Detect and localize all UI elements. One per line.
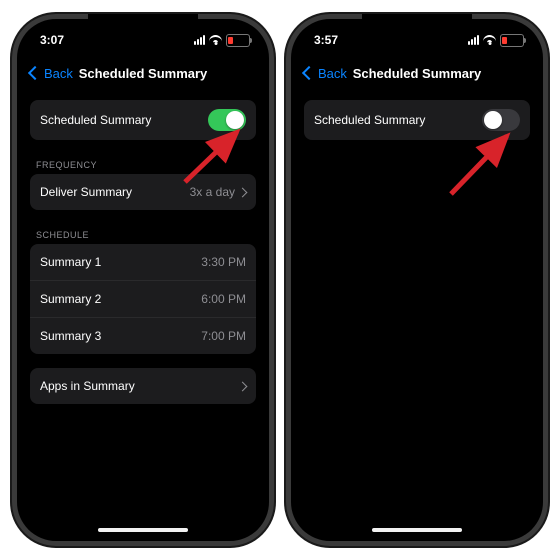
screen-left: 3:07 Back Scheduled Summary Scheduled S xyxy=(20,22,266,538)
section-frequency-header: FREQUENCY xyxy=(30,150,256,174)
wifi-icon xyxy=(209,35,222,45)
screen-right: 3:57 Back Scheduled Summary Scheduled Su xyxy=(294,22,540,538)
toggle-knob xyxy=(484,111,502,129)
wifi-icon xyxy=(483,35,496,45)
settings-content: Scheduled Summary FREQUENCY Deliver Summ… xyxy=(20,96,266,404)
deliver-summary-label: Deliver Summary xyxy=(40,185,132,199)
row-summary-1[interactable]: Summary 1 3:30 PM xyxy=(30,244,256,280)
page-title: Scheduled Summary xyxy=(294,66,540,81)
group-schedule: Summary 1 3:30 PM Summary 2 6:00 PM Summ… xyxy=(30,244,256,354)
group-main-toggle: Scheduled Summary xyxy=(304,100,530,140)
settings-content: Scheduled Summary xyxy=(294,96,540,140)
deliver-summary-value: 3x a day xyxy=(190,185,246,199)
cell-signal-icon xyxy=(468,35,479,45)
phone-left: 3:07 Back Scheduled Summary Scheduled S xyxy=(12,14,274,546)
row-scheduled-summary-toggle[interactable]: Scheduled Summary xyxy=(304,100,530,140)
summary-3-label: Summary 3 xyxy=(40,329,101,343)
summary-1-label: Summary 1 xyxy=(40,255,101,269)
phone-right: 3:57 Back Scheduled Summary Scheduled Su xyxy=(286,14,548,546)
row-scheduled-summary-toggle[interactable]: Scheduled Summary xyxy=(30,100,256,140)
status-right xyxy=(194,34,250,47)
status-right xyxy=(468,34,524,47)
row-summary-3[interactable]: Summary 3 7:00 PM xyxy=(30,317,256,354)
home-indicator[interactable] xyxy=(98,528,188,532)
status-time: 3:07 xyxy=(40,33,64,47)
group-main-toggle: Scheduled Summary xyxy=(30,100,256,140)
summary-2-label: Summary 2 xyxy=(40,292,101,306)
battery-icon xyxy=(226,34,250,47)
chevron-right-icon xyxy=(238,187,248,197)
toggle-row-label: Scheduled Summary xyxy=(314,113,425,127)
notch xyxy=(362,14,472,36)
group-frequency: Deliver Summary 3x a day xyxy=(30,174,256,210)
toggle-knob xyxy=(226,111,244,129)
summary-3-value: 7:00 PM xyxy=(201,329,246,343)
chevron-right-icon xyxy=(238,381,248,391)
nav-bar: Back Scheduled Summary xyxy=(294,52,540,96)
screenshot-pair: 3:07 Back Scheduled Summary Scheduled S xyxy=(0,0,560,560)
section-schedule-header: SCHEDULE xyxy=(30,220,256,244)
summary-1-value: 3:30 PM xyxy=(201,255,246,269)
battery-icon xyxy=(500,34,524,47)
status-time: 3:57 xyxy=(314,33,338,47)
apps-in-summary-label: Apps in Summary xyxy=(40,379,135,393)
row-apps-in-summary[interactable]: Apps in Summary xyxy=(30,368,256,404)
scheduled-summary-toggle[interactable] xyxy=(482,109,520,131)
nav-bar: Back Scheduled Summary xyxy=(20,52,266,96)
group-apps: Apps in Summary xyxy=(30,368,256,404)
row-summary-2[interactable]: Summary 2 6:00 PM xyxy=(30,280,256,317)
summary-2-value: 6:00 PM xyxy=(201,292,246,306)
toggle-row-label: Scheduled Summary xyxy=(40,113,151,127)
scheduled-summary-toggle[interactable] xyxy=(208,109,246,131)
notch xyxy=(88,14,198,36)
home-indicator[interactable] xyxy=(372,528,462,532)
page-title: Scheduled Summary xyxy=(20,66,266,81)
row-deliver-summary[interactable]: Deliver Summary 3x a day xyxy=(30,174,256,210)
apps-in-summary-disclosure xyxy=(239,383,246,390)
cell-signal-icon xyxy=(194,35,205,45)
